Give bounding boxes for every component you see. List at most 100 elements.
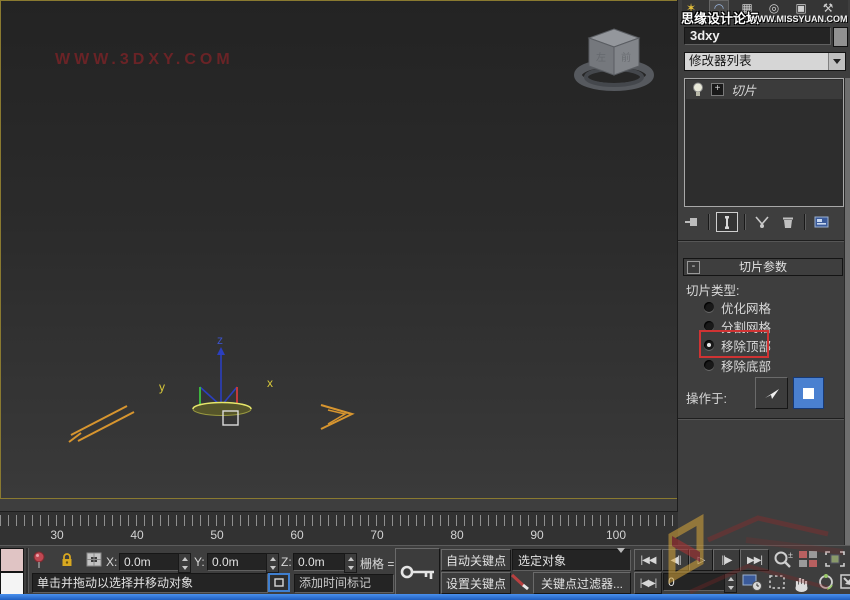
- set-keys-button[interactable]: [395, 548, 440, 595]
- viewport-scene: 左 前 z y: [1, 1, 677, 498]
- slice-parameters-rollout-header[interactable]: - 切片参数: [683, 258, 843, 276]
- maxscript-listener-pane[interactable]: [0, 572, 24, 595]
- go-to-start-button[interactable]: |◀◀: [634, 549, 662, 571]
- z-coord-label: Z:: [281, 555, 292, 569]
- operate-on-face-button[interactable]: [755, 377, 788, 409]
- viewcube[interactable]: 左 前: [578, 29, 650, 87]
- display-tab[interactable]: ▣: [792, 1, 810, 16]
- taskbar-edge: [0, 594, 850, 600]
- y-coord-input[interactable]: 0.0m: [207, 553, 271, 571]
- slice-type-label: 切片类型:: [686, 280, 739, 299]
- x-coord-input[interactable]: 0.0m: [119, 553, 183, 571]
- selection-lock-icon[interactable]: [60, 552, 74, 567]
- collapse-icon[interactable]: -: [687, 261, 700, 274]
- svg-text:±: ±: [788, 550, 793, 560]
- z-coord-input[interactable]: 0.0m: [293, 553, 349, 571]
- key-brush-icon[interactable]: [510, 573, 530, 591]
- next-frame-button[interactable]: ||▶: [713, 549, 740, 571]
- radio-refine-mesh[interactable]: 优化网格: [704, 298, 771, 316]
- spline-object-right[interactable]: [321, 405, 352, 429]
- key-mode-toggle-button[interactable]: |◀▶|: [634, 572, 662, 594]
- zoom-all-views-icon[interactable]: [798, 550, 818, 568]
- selection-set-dropdown[interactable]: 选定对象: [512, 549, 631, 571]
- selection-set-value: 选定对象: [513, 552, 617, 569]
- grid-size-label: 栅格 =: [360, 555, 394, 572]
- radio-icon[interactable]: [704, 360, 714, 370]
- tick-label: 30: [41, 528, 73, 542]
- expand-plus-icon[interactable]: +: [711, 83, 724, 96]
- key-icon: [400, 562, 436, 582]
- modifier-stack-toolbar: [682, 211, 846, 233]
- go-to-end-button[interactable]: ▶▶|: [740, 549, 769, 571]
- status-prompt: 单击并拖动以选择并移动对象: [32, 573, 268, 593]
- status-and-animation-bar: X: 0.0m Y: 0.0m Z: 0.0m 栅格 = 自动关键点 设置关键点…: [0, 545, 850, 596]
- x-spinner[interactable]: [178, 553, 191, 573]
- add-time-tag-field[interactable]: 添加时间标记: [294, 574, 394, 593]
- panel-scrollbar[interactable]: [844, 78, 850, 596]
- tick-label: 70: [361, 528, 393, 542]
- modifier-slice-label: 切片: [731, 80, 756, 99]
- time-slider-track[interactable]: 30 40 50 60 70 80 90 100: [0, 511, 678, 546]
- sliced-object[interactable]: [193, 403, 251, 426]
- dropdown-arrow-icon[interactable]: [617, 553, 630, 567]
- pin-stack-icon[interactable]: [682, 213, 702, 231]
- time-configuration-icon[interactable]: [742, 573, 764, 592]
- modify-tab[interactable]: ◠: [709, 0, 729, 17]
- configure-modifier-sets-icon[interactable]: [812, 213, 832, 231]
- x-coord-label: X:: [106, 555, 117, 569]
- tick-label: 50: [201, 528, 233, 542]
- tick-label: 60: [281, 528, 313, 542]
- divider: [708, 214, 710, 230]
- notification-pin-icon[interactable]: [33, 551, 45, 569]
- perspective-viewport[interactable]: WWW.3DXY.COM 左 前: [0, 0, 678, 499]
- macro-recorder-pane[interactable]: [0, 548, 24, 572]
- divider: [678, 240, 844, 242]
- make-unique-icon[interactable]: [752, 213, 772, 231]
- current-frame-field[interactable]: 0: [663, 573, 728, 591]
- utilities-tab[interactable]: ⚒: [819, 1, 837, 16]
- zoom-extents-icon[interactable]: [824, 550, 846, 568]
- divider: [26, 548, 29, 593]
- tick-label: 40: [121, 528, 153, 542]
- 3dsmax-window: WWW.3DXY.COM 左 前: [0, 0, 850, 600]
- play-button[interactable]: ▷: [689, 549, 713, 571]
- zoom-viewport-icon[interactable]: ±: [772, 550, 794, 569]
- divider: [744, 214, 746, 230]
- frame-spinner[interactable]: [724, 573, 737, 593]
- modifier-list-dropdown[interactable]: 修改器列表: [684, 52, 846, 71]
- viewcube-left-label: 左: [596, 51, 606, 64]
- axis-z-label: z: [217, 333, 223, 347]
- radio-icon[interactable]: [704, 302, 714, 312]
- motion-tab[interactable]: ◎: [765, 1, 783, 16]
- show-end-result-icon[interactable]: [716, 212, 738, 232]
- orbit-icon[interactable]: [817, 573, 837, 591]
- auto-key-button[interactable]: 自动关键点: [441, 549, 511, 571]
- spline-object-left[interactable]: [69, 406, 134, 442]
- absolute-mode-icon[interactable]: [86, 552, 102, 567]
- previous-frame-button[interactable]: ◀||: [662, 549, 689, 571]
- isolate-toggle-icon[interactable]: [268, 573, 290, 592]
- maximize-viewport-toggle-icon[interactable]: [840, 573, 850, 590]
- operate-on-label: 操作于:: [686, 388, 727, 407]
- move-gizmo[interactable]: z y x: [159, 333, 273, 412]
- remove-modifier-icon[interactable]: [778, 213, 798, 231]
- object-color-swatch[interactable]: [833, 27, 848, 47]
- object-name-field[interactable]: 3dxy: [684, 27, 831, 45]
- modifier-stack-row[interactable]: + 切片: [686, 80, 842, 99]
- y-coord-label: Y:: [194, 555, 205, 569]
- z-spinner[interactable]: [344, 553, 357, 573]
- tick-label: 80: [441, 528, 473, 542]
- key-filters-button[interactable]: 关键点过滤器...: [533, 572, 631, 594]
- y-spinner[interactable]: [266, 553, 279, 573]
- hierarchy-tab[interactable]: ▦: [738, 1, 756, 16]
- operate-on-polygon-button-active[interactable]: [793, 377, 824, 409]
- create-tab[interactable]: ✶: [682, 1, 700, 16]
- tick-label: 90: [521, 528, 553, 542]
- radio-remove-bottom[interactable]: 移除底部: [704, 356, 771, 374]
- selection-region-icon[interactable]: [768, 574, 787, 591]
- set-key-button[interactable]: 设置关键点: [441, 572, 511, 594]
- modifier-stack-list[interactable]: + 切片: [684, 78, 844, 207]
- dropdown-arrow-icon[interactable]: [828, 53, 845, 70]
- pan-hand-icon[interactable]: [792, 572, 812, 592]
- lightbulb-icon[interactable]: [692, 82, 704, 97]
